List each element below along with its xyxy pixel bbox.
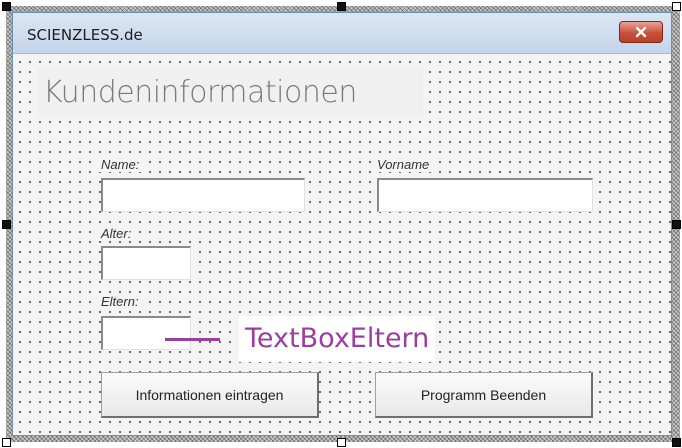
alter-label: Alter: <box>99 226 134 241</box>
heading-label: Kundeninformationen <box>37 68 423 118</box>
name-label: Name: <box>99 157 142 172</box>
resize-handle-top-right[interactable] <box>672 2 681 11</box>
alter-textbox[interactable] <box>101 246 191 280</box>
close-icon <box>635 26 647 38</box>
form-client-area: Kundeninformationen Name: Vorname Alter:… <box>13 54 671 435</box>
resize-handle-bottom-left[interactable] <box>2 438 11 447</box>
eltern-label: Eltern: <box>99 294 141 309</box>
vorname-textbox[interactable] <box>377 178 593 212</box>
resize-handle-top-left[interactable] <box>2 2 11 11</box>
annotation-label: TextBoxEltern <box>239 316 436 362</box>
resize-handle-middle-right[interactable] <box>672 220 681 229</box>
annotation-pointer-line <box>165 338 220 341</box>
close-button[interactable] <box>619 21 663 43</box>
vorname-label: Vorname <box>375 157 432 172</box>
name-textbox[interactable] <box>101 178 305 212</box>
window-title: SCIENZLESS.de <box>27 26 143 44</box>
resize-handle-middle-left[interactable] <box>2 220 11 229</box>
programm-beenden-button[interactable]: Programm Beenden <box>375 372 593 418</box>
userform-window: SCIENZLESS.de Kundeninformationen Name: … <box>12 12 672 436</box>
resize-handle-top-center[interactable] <box>337 2 346 11</box>
resize-handle-bottom-right[interactable] <box>672 438 681 447</box>
eltern-textbox[interactable] <box>101 316 191 350</box>
title-bar: SCIENZLESS.de <box>13 13 671 54</box>
informationen-eintragen-button[interactable]: Informationen eintragen <box>101 372 319 418</box>
resize-handle-bottom-center[interactable] <box>337 438 346 447</box>
